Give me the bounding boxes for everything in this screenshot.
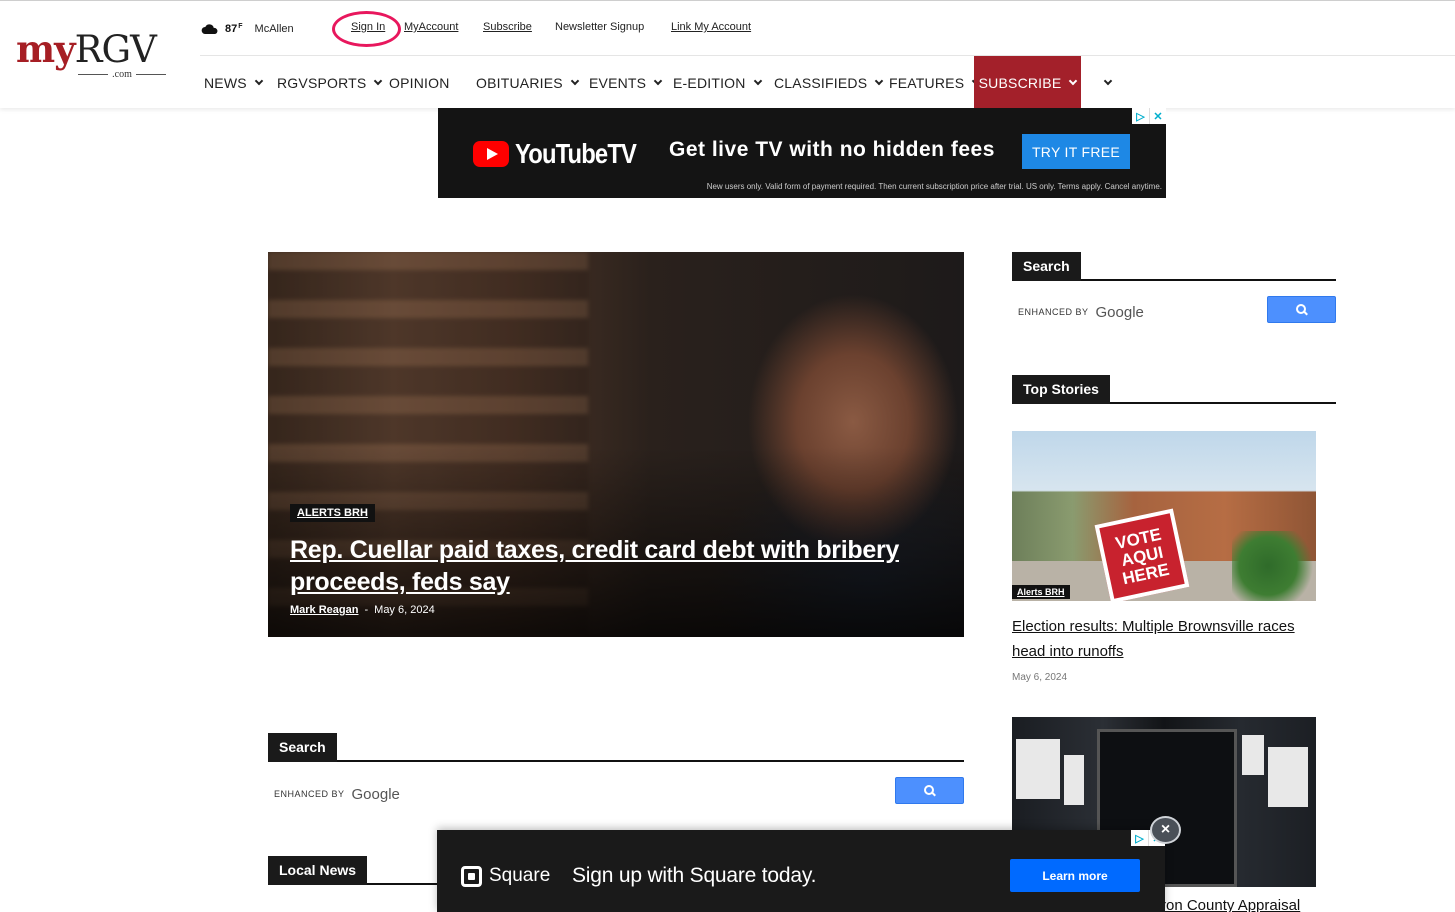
nav-rgvsports[interactable]: RGVSPORTS [277, 56, 383, 109]
story-date: May 6, 2024 [1012, 672, 1068, 683]
sidebar-search-input[interactable]: ENHANCED BY Google [1012, 298, 1262, 326]
ad-learn-more-button[interactable]: Learn more [1010, 859, 1140, 892]
hero-meta: Mark Reagan - May 6, 2024 [290, 604, 435, 616]
square-logo: Square [461, 865, 550, 887]
ad-headline: Get live TV with no hidden fees [669, 138, 995, 161]
story-image-election[interactable]: VOTE AQUI HERE [1012, 431, 1316, 601]
chevron-down-icon [374, 76, 383, 85]
chevron-down-icon [1069, 76, 1078, 85]
ad-close-icon[interactable]: ✕ [1149, 108, 1166, 124]
logo-suffix: .com [112, 68, 132, 80]
weather-widget: 87F McAllen [201, 21, 294, 37]
chevron-down-icon [1103, 76, 1113, 85]
main-search-button[interactable] [895, 777, 964, 804]
hero-date: May 6, 2024 [374, 604, 435, 616]
chevron-down-icon [653, 76, 663, 85]
adchoices-icon[interactable]: ▷ [1131, 830, 1148, 846]
story-title-link[interactable]: Election results: Multiple Brownsville r… [1012, 614, 1312, 664]
nav-subscribe[interactable]: SUBSCRIBE [974, 56, 1081, 109]
sidebar-search-button[interactable] [1267, 296, 1336, 323]
ad-banner-top[interactable]: YouTubeTV Get live TV with no hidden fee… [438, 108, 1166, 198]
sidebar-search-title: Search [1012, 252, 1336, 281]
youtube-tv-logo: YouTubeTV [473, 138, 657, 170]
chevron-down-icon [254, 76, 264, 85]
link-my-account-link[interactable]: Link My Account [671, 21, 751, 33]
top-stories-title: Top Stories [1012, 375, 1336, 404]
adchoices-icon[interactable]: ▷ [1132, 108, 1149, 124]
main-search-title: Search [268, 733, 964, 762]
square-icon [461, 865, 482, 887]
main-search-input[interactable]: ENHANCED BY Google [268, 780, 888, 808]
chevron-down-icon [753, 76, 762, 85]
logo-main: RGV [74, 28, 157, 71]
ad-bottom-headline: Sign up with Square today. [572, 864, 817, 887]
my-account-link[interactable]: MyAccount [404, 21, 458, 33]
site-logo[interactable]: myRGV .com [16, 27, 168, 83]
sidebar-search-field[interactable] [1012, 298, 1262, 326]
nav-obituaries[interactable]: OBITUARIES [476, 56, 580, 109]
sign-in-highlight-ring [332, 11, 401, 47]
search-icon [924, 785, 935, 796]
ad-try-free-button[interactable]: TRY IT FREE [1022, 134, 1130, 169]
ad-dismiss-button[interactable]: × [1150, 816, 1181, 844]
ad-choices[interactable]: ▷ ✕ [1132, 108, 1166, 124]
nav-more-dropdown[interactable] [1103, 56, 1113, 109]
chevron-down-icon [570, 76, 580, 85]
cloud-icon [201, 24, 218, 34]
weather-temp: 87F [225, 23, 243, 35]
weather-city: McAllen [254, 23, 294, 35]
hero-title-link[interactable]: Rep. Cuellar paid taxes, credit card deb… [290, 534, 930, 598]
story-title-link-2[interactable]: ron County Appraisal [1161, 897, 1300, 912]
logo-prefix: my [16, 27, 76, 71]
nav-e-edition[interactable]: E-EDITION [673, 56, 762, 109]
nav-news[interactable]: NEWS [204, 56, 264, 109]
nav-classifieds[interactable]: CLASSIFIEDS [774, 56, 884, 109]
youtube-play-icon [473, 141, 509, 167]
nav-events[interactable]: EVENTS [589, 56, 663, 109]
vote-sign: VOTE AQUI HERE [1094, 508, 1190, 601]
site-header: myRGV .com 87F McAllen Sign In MyAccount… [0, 1, 1455, 109]
ad-fine-print: New users only. Valid form of payment re… [706, 182, 1162, 191]
newsletter-signup-link[interactable]: Newsletter Signup [555, 21, 644, 33]
story-category-tag[interactable]: Alerts BRH [1012, 585, 1070, 599]
main-search-field[interactable] [268, 780, 888, 808]
nav-opinion[interactable]: OPINION [389, 56, 450, 109]
hero-article[interactable]: ALERTS BRH Rep. Cuellar paid taxes, cred… [268, 252, 964, 637]
hero-category-tag[interactable]: ALERTS BRH [290, 504, 375, 522]
chevron-down-icon [874, 76, 884, 85]
nav-features[interactable]: FEATURES [889, 56, 981, 109]
hero-author-link[interactable]: Mark Reagan [290, 604, 358, 616]
search-icon [1296, 304, 1307, 315]
ad-banner-bottom[interactable]: Square Sign up with Square today. Learn … [437, 830, 1165, 912]
subscribe-link[interactable]: Subscribe [483, 21, 532, 33]
